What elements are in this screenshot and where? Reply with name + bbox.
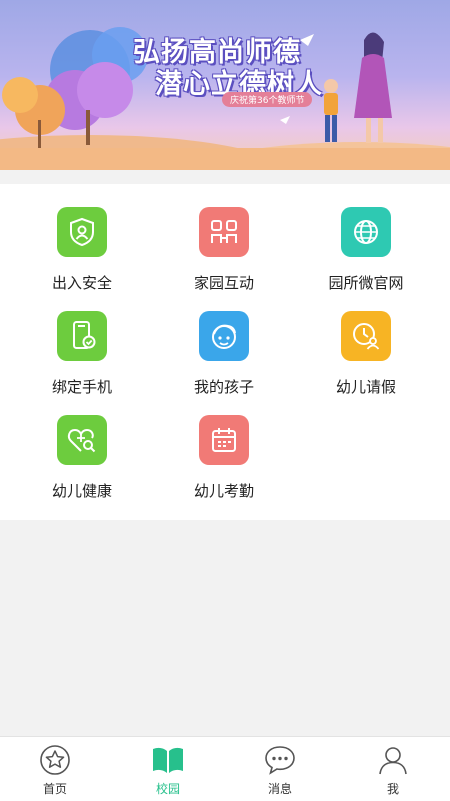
tab-home[interactable]: 首页 [25, 743, 85, 797]
grid-item-child-health[interactable]: 幼儿健康 [22, 415, 142, 501]
star-circle-icon [25, 743, 85, 777]
tab-messages[interactable]: 消息 [250, 743, 310, 797]
heart-search-icon [57, 415, 107, 465]
grid-item-label: 绑定手机 [51, 378, 112, 396]
feature-grid: 出入安全 家园互动 园所微官网 绑定手机 我的孩子 幼儿请假 幼儿健康 幼儿考勤 [0, 184, 450, 520]
tab-label: 消息 [267, 782, 292, 796]
chat-bubble-icon [250, 743, 310, 777]
tab-label: 我 [386, 782, 399, 796]
clock-person-icon [341, 311, 391, 361]
promo-banner[interactable]: 弘扬高尚师德 潜心立德树人 庆祝第36个教师节 [0, 0, 450, 170]
person-icon [363, 743, 423, 777]
banner-subtitle: 庆祝第36个教师节 [222, 92, 313, 107]
open-book-icon [138, 743, 198, 777]
grid-item-label: 家园互动 [193, 274, 254, 292]
grid-item-entry-safety[interactable]: 出入安全 [22, 207, 142, 293]
tab-label: 首页 [42, 782, 67, 796]
grid-item-label: 园所微官网 [328, 274, 404, 292]
phone-check-icon [57, 311, 107, 361]
grid-item-label: 幼儿请假 [335, 378, 396, 396]
shield-person-icon [57, 207, 107, 257]
grid-item-label: 出入安全 [51, 274, 112, 292]
tab-label: 校园 [155, 782, 180, 796]
grid-item-label: 幼儿考勤 [193, 482, 254, 500]
grid-item-mini-website[interactable]: 园所微官网 [306, 207, 426, 293]
grid-item-label: 幼儿健康 [51, 482, 112, 500]
tab-campus[interactable]: 校园 [138, 743, 198, 797]
child-face-icon [199, 311, 249, 361]
grid-item-home-school-interaction[interactable]: 家园互动 [164, 207, 284, 293]
two-people-icon [199, 207, 249, 257]
bottom-tab-bar: 首页 校园 消息 我 [0, 736, 450, 801]
grid-item-label: 我的孩子 [193, 378, 254, 396]
globe-icon [341, 207, 391, 257]
grid-item-child-leave[interactable]: 幼儿请假 [306, 311, 426, 397]
grid-item-bind-phone[interactable]: 绑定手机 [22, 311, 142, 397]
tab-me[interactable]: 我 [363, 743, 423, 797]
grid-item-my-child[interactable]: 我的孩子 [164, 311, 284, 397]
grid-item-child-attendance[interactable]: 幼儿考勤 [164, 415, 284, 501]
calendar-icon [199, 415, 249, 465]
